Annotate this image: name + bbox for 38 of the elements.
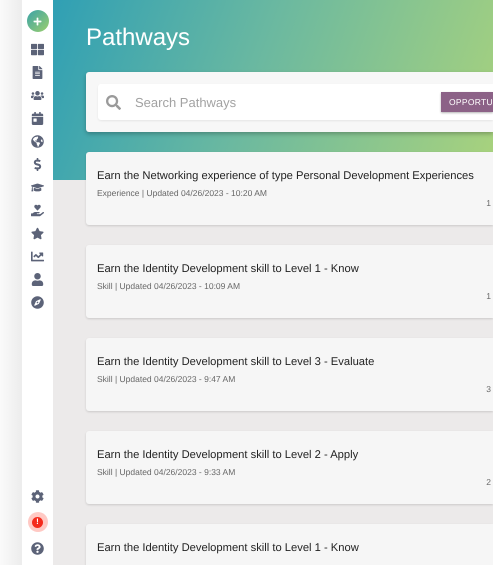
pathway-count: 2 bbox=[486, 476, 491, 486]
calendar-icon[interactable] bbox=[31, 111, 44, 125]
help-icon[interactable] bbox=[31, 541, 44, 555]
hand-heart-icon[interactable] bbox=[31, 203, 44, 217]
grid-icon[interactable] bbox=[31, 42, 44, 56]
add-button[interactable] bbox=[26, 10, 48, 32]
pathway-count: 1 bbox=[486, 290, 491, 300]
alert-badge[interactable]: ! bbox=[28, 512, 48, 532]
document-icon[interactable] bbox=[31, 65, 44, 79]
people-icon[interactable] bbox=[31, 88, 44, 102]
pathway-count: 1 bbox=[486, 198, 491, 208]
pathway-card[interactable]: Earn the Identity Development skill to Level 1 - Know bbox=[86, 524, 493, 565]
pathway-title: Earn the Networking experience of type Personal Development Experiences bbox=[97, 170, 475, 182]
globe-icon[interactable] bbox=[31, 134, 44, 148]
dollar-icon[interactable] bbox=[31, 157, 44, 171]
pathway-meta: Skill | Updated 04/26/2023 - 10:09 AM bbox=[97, 281, 242, 291]
compass-icon[interactable] bbox=[31, 295, 44, 309]
search-icon bbox=[106, 94, 121, 110]
page-title: Pathways bbox=[86, 24, 192, 52]
user-icon[interactable] bbox=[31, 272, 44, 286]
opportunities-button[interactable]: OPPORTU bbox=[441, 92, 493, 112]
pathway-card[interactable]: Earn the Networking experience of type Personal Development Experiences Experience | Updated 04/26/2023 - 10:20 AM 1 bbox=[86, 152, 493, 225]
settings-icon[interactable] bbox=[31, 489, 44, 503]
pathway-title: Earn the Identity Development skill to Level 1 - Know bbox=[97, 263, 360, 275]
pathway-title: Earn the Identity Development skill to Level 3 - Evaluate bbox=[97, 356, 376, 368]
pathway-card[interactable]: Earn the Identity Development skill to Level 3 - Evaluate Skill | Updated 04/26/2023 - 9:47 AM 3 bbox=[86, 338, 493, 411]
pathway-meta: Skill | Updated 04/26/2023 - 9:47 AM bbox=[97, 374, 236, 384]
pathway-meta: Experience | Updated 04/26/2023 - 10:20 AM bbox=[97, 188, 268, 198]
chart-icon[interactable] bbox=[31, 249, 44, 263]
pathway-count: 3 bbox=[486, 384, 491, 394]
pathway-card[interactable]: Earn the Identity Development skill to Level 1 - Know Skill | Updated 04/26/2023 - 10:09 AM 1 bbox=[86, 245, 493, 318]
search-field[interactable]: Search Pathways OPPORTU bbox=[98, 84, 493, 120]
pathway-title: Earn the Identity Development skill to Level 1 - Know bbox=[97, 542, 360, 554]
pathway-title: Earn the Identity Development skill to Level 2 - Apply bbox=[97, 449, 360, 461]
plus-icon bbox=[33, 16, 42, 26]
pathway-meta: Skill | Updated 04/26/2023 - 9:33 AM bbox=[97, 467, 236, 477]
star-icon[interactable] bbox=[31, 226, 44, 240]
pathway-card[interactable]: Earn the Identity Development skill to Level 2 - Apply Skill | Updated 04/26/2023 - 9:33 AM 2 bbox=[86, 431, 493, 504]
